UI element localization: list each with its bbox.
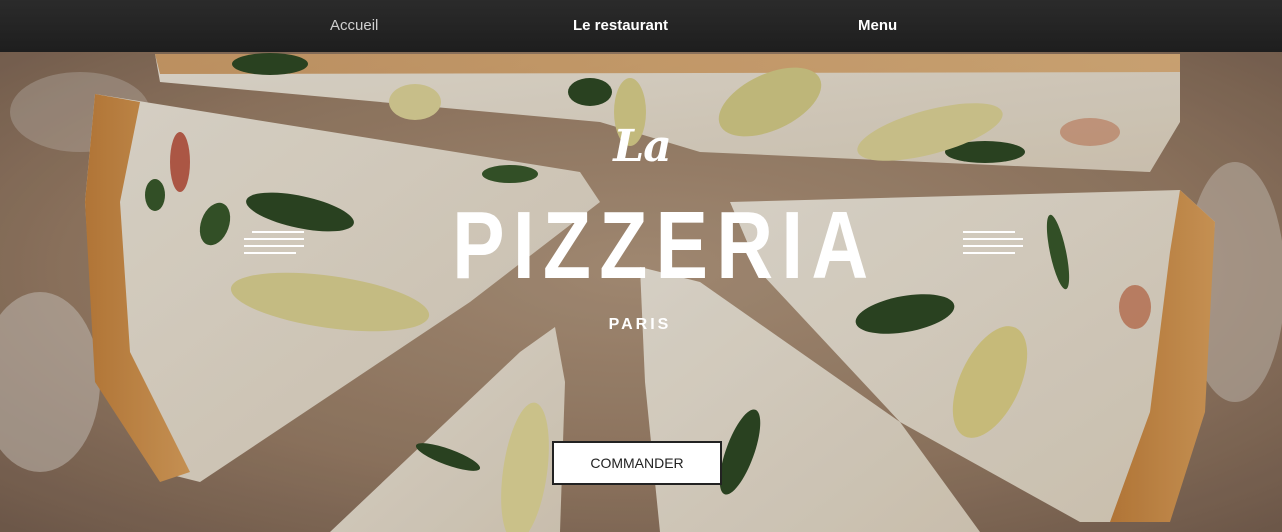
right-decorative-lines bbox=[963, 231, 1023, 257]
hero-script-text: La bbox=[613, 121, 671, 172]
left-decorative-lines bbox=[244, 231, 304, 257]
order-button-label: COMMANDER bbox=[590, 455, 684, 471]
order-button[interactable]: COMMANDER bbox=[552, 441, 722, 485]
page: Accueil Le restaurant Menu La PIZZERIA P… bbox=[0, 0, 1282, 532]
nav-item-menu[interactable]: Menu bbox=[858, 17, 897, 34]
top-navigation-bar: Accueil Le restaurant Menu bbox=[0, 0, 1282, 52]
hero-title: PIZZERIA bbox=[452, 192, 877, 299]
nav-item-le-restaurant[interactable]: Le restaurant bbox=[573, 17, 668, 34]
nav-item-accueil[interactable]: Accueil bbox=[330, 17, 378, 34]
hero-subtitle: PARIS bbox=[608, 316, 672, 333]
